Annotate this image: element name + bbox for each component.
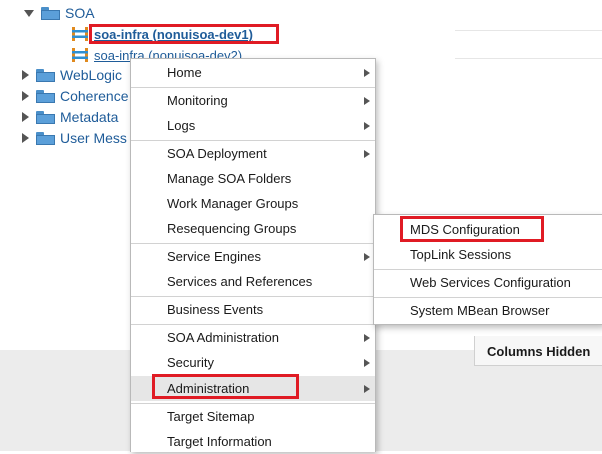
menu-item-label: Logs <box>167 118 196 133</box>
menu-item-label: TopLink Sessions <box>410 247 512 262</box>
menu-item-target-sitemap[interactable]: Target Sitemap <box>131 404 375 429</box>
menu-item-manage-soa-folders[interactable]: Manage SOA Folders <box>131 166 375 191</box>
columns-hidden-label: Columns Hidden <box>487 344 591 359</box>
menu-item-logs[interactable]: Logs <box>131 113 375 138</box>
tree-node-metadata[interactable]: Metadata <box>22 107 118 127</box>
menu-item-business-events[interactable]: Business Events <box>131 297 375 322</box>
menu-item-label: Services and References <box>167 274 313 289</box>
expand-toggle-icon[interactable] <box>22 91 29 101</box>
soa-server-icon <box>72 48 88 62</box>
folder-icon <box>41 6 60 20</box>
tree-label-coherence: Coherence <box>60 88 129 104</box>
menu-item-monitoring[interactable]: Monitoring <box>131 88 375 113</box>
menu-item-soa-deployment[interactable]: SOA Deployment <box>131 141 375 166</box>
submenu-item-web-services-configuration[interactable]: Web Services Configuration <box>374 270 602 295</box>
expand-toggle-icon[interactable] <box>22 133 29 143</box>
menu-item-label: Administration <box>167 381 250 396</box>
tree-node-soa-infra-dev1[interactable]: soa-infra (nonuisoa-dev1) <box>71 24 253 44</box>
menu-item-label: Resequencing Groups <box>167 221 297 236</box>
tree-link-soa-infra-dev1[interactable]: soa-infra (nonuisoa-dev1) <box>94 27 253 42</box>
submenu-item-system-mbean-browser[interactable]: System MBean Browser <box>374 298 602 323</box>
menu-item-label: MDS Configuration <box>410 222 520 237</box>
context-menu: Home Monitoring Logs SOA Deployment Mana… <box>130 58 376 452</box>
soa-server-icon <box>72 27 88 41</box>
submenu-item-toplink-sessions[interactable]: TopLink Sessions <box>374 242 602 267</box>
submenu-arrow-icon <box>364 359 370 367</box>
menu-item-soa-administration[interactable]: SOA Administration <box>131 325 375 350</box>
tree-node-user-messaging[interactable]: User Mess <box>22 128 127 148</box>
tree-label-soa: SOA <box>65 5 95 21</box>
menu-item-label: Manage SOA Folders <box>167 171 292 186</box>
folder-icon <box>36 89 55 103</box>
submenu-arrow-icon <box>364 334 370 342</box>
menu-item-security[interactable]: Security <box>131 350 375 375</box>
menu-item-label: System MBean Browser <box>410 303 550 318</box>
menu-item-label: Work Manager Groups <box>167 196 299 211</box>
submenu-item-mds-configuration[interactable]: MDS Configuration <box>374 217 602 242</box>
submenu-arrow-icon <box>364 150 370 158</box>
menu-item-target-information[interactable]: Target Information <box>131 429 375 454</box>
tree-label-user-messaging: User Mess <box>60 130 127 146</box>
menu-item-service-engines[interactable]: Service Engines <box>131 244 375 269</box>
submenu-arrow-icon <box>364 97 370 105</box>
folder-icon <box>36 110 55 124</box>
tree-label-metadata: Metadata <box>60 109 119 125</box>
divider <box>455 30 602 31</box>
menu-item-label: Service Engines <box>167 249 261 264</box>
menu-item-label: Home <box>167 65 202 80</box>
expand-toggle-icon[interactable] <box>24 9 34 17</box>
expand-toggle-icon[interactable] <box>22 70 29 80</box>
submenu-arrow-icon <box>364 122 370 130</box>
menu-item-label: SOA Administration <box>167 330 279 345</box>
menu-item-label: Target Information <box>167 434 272 449</box>
tree-node-soa[interactable]: SOA <box>24 3 95 23</box>
menu-item-administration[interactable]: Administration <box>131 376 375 401</box>
expand-toggle-icon[interactable] <box>22 112 29 122</box>
tree-label-weblogic: WebLogic <box>60 67 123 83</box>
menu-item-label: Target Sitemap <box>167 409 255 424</box>
folder-icon <box>36 68 55 82</box>
menu-item-label: Monitoring <box>167 93 228 108</box>
menu-item-services-and-references[interactable]: Services and References <box>131 269 375 294</box>
menu-item-resequencing-groups[interactable]: Resequencing Groups <box>131 216 375 241</box>
submenu-arrow-icon <box>364 69 370 77</box>
menu-item-label: Security <box>167 355 214 370</box>
menu-item-work-manager-groups[interactable]: Work Manager Groups <box>131 191 375 216</box>
tree-node-coherence[interactable]: Coherence <box>22 86 129 106</box>
divider <box>455 58 602 59</box>
tree-node-weblogic[interactable]: WebLogic <box>22 65 122 85</box>
menu-item-home[interactable]: Home <box>131 60 375 85</box>
administration-submenu: MDS Configuration TopLink Sessions Web S… <box>373 214 602 325</box>
menu-item-label: SOA Deployment <box>167 146 267 161</box>
menu-item-label: Business Events <box>167 302 264 317</box>
columns-hidden-bar[interactable]: Columns Hidden <box>474 336 602 366</box>
menu-item-label: Web Services Configuration <box>410 275 571 290</box>
folder-icon <box>36 131 55 145</box>
submenu-arrow-icon <box>364 253 370 261</box>
submenu-arrow-icon <box>364 385 370 393</box>
